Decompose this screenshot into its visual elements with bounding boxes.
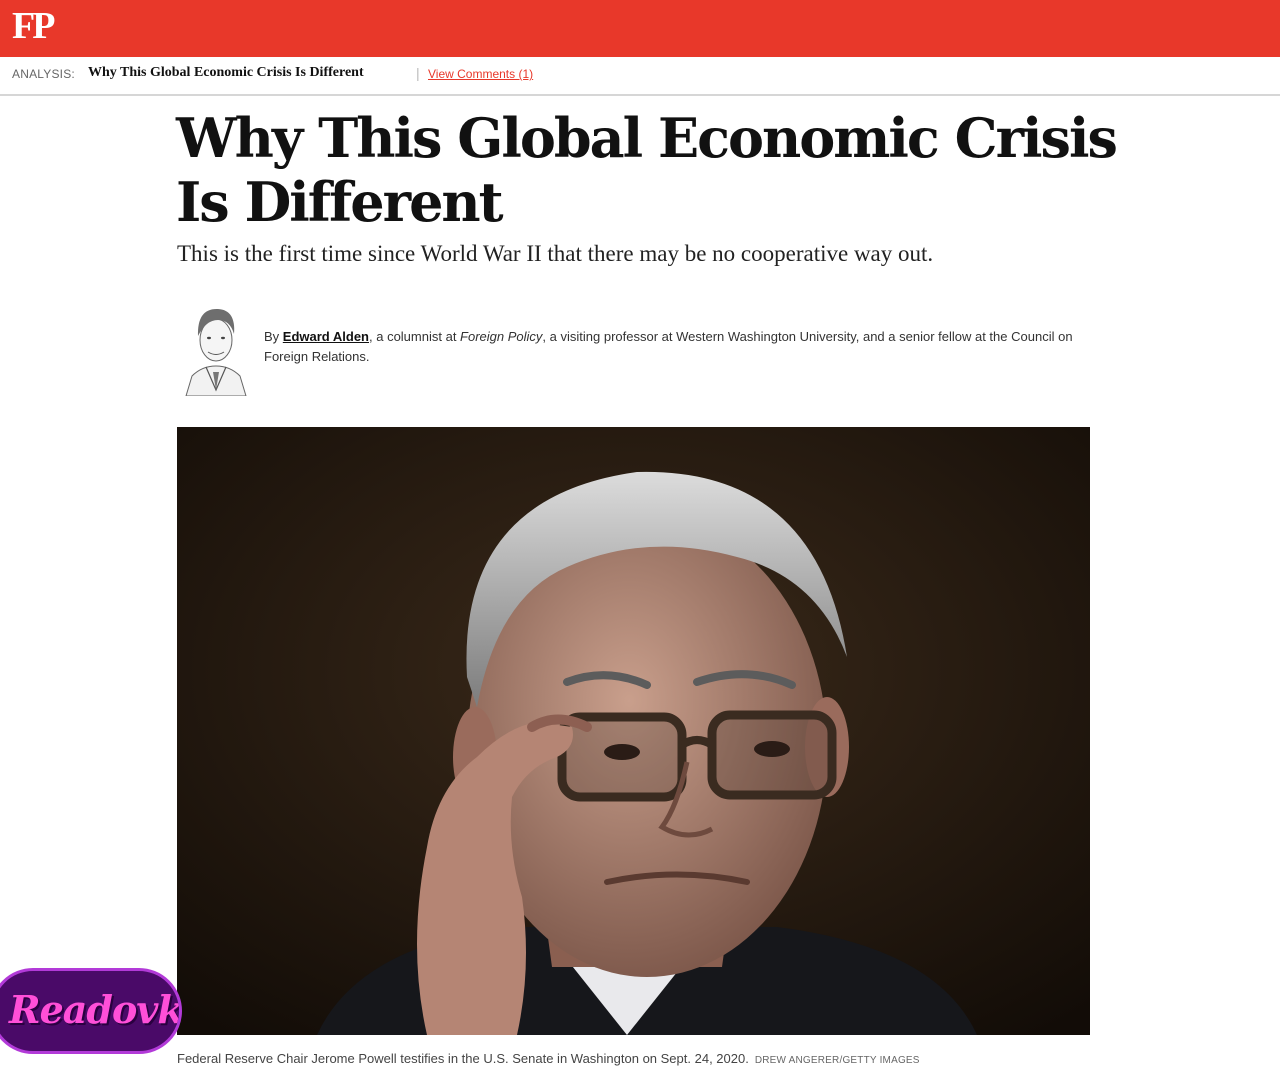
subbar-separator: | <box>416 65 420 81</box>
fp-logo[interactable]: FP <box>12 4 55 48</box>
byline-publication: Foreign Policy <box>460 329 543 344</box>
hero-image <box>177 427 1090 1035</box>
view-comments-link[interactable]: View Comments (1) <box>428 67 533 81</box>
watermark-logo: Readovka <box>9 987 182 1032</box>
caption-text: Federal Reserve Chair Jerome Powell test… <box>177 1051 749 1066</box>
image-caption: Federal Reserve Chair Jerome Powell test… <box>177 1051 1137 1066</box>
byline-prefix: By <box>264 329 283 344</box>
readovka-watermark: Readovka <box>0 968 182 1054</box>
article-headline: Why This Global Economic Crisis Is Diffe… <box>176 106 1118 234</box>
sticky-article-title: Why This Global Economic Crisis Is Diffe… <box>88 65 364 80</box>
byline-text-1: , a columnist at <box>369 329 461 344</box>
author-link[interactable]: Edward Alden <box>283 329 369 344</box>
site-header: FP <box>0 0 1280 57</box>
author-avatar <box>182 300 250 397</box>
photo-credit: DREW ANGERER/GETTY IMAGES <box>754 1055 920 1066</box>
sticky-article-bar: ANALYSIS: Why This Global Economic Crisi… <box>0 57 1280 96</box>
article-byline: By Edward Alden, a columnist at Foreign … <box>264 327 1094 367</box>
article-dek: This is the first time since World War I… <box>177 241 934 266</box>
article-kicker: ANALYSIS: <box>12 67 75 81</box>
